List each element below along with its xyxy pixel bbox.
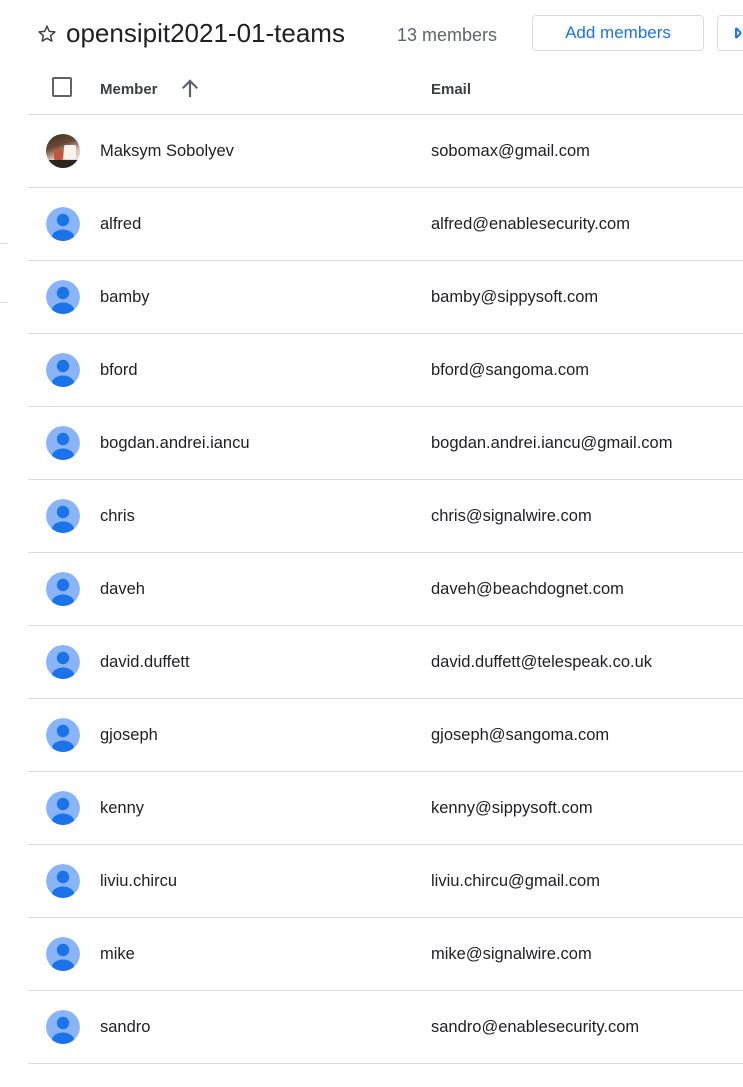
table-row[interactable]: liviu.chircu liviu.chircu@gmail.com <box>28 845 743 918</box>
avatar <box>46 134 80 168</box>
arrow-upward-icon[interactable] <box>178 76 202 100</box>
member-name: kenny <box>100 799 145 817</box>
person-add-icon <box>735 27 742 39</box>
table-row[interactable]: kenny kenny@sippysoft.com <box>28 772 743 845</box>
member-name: mike <box>100 945 135 963</box>
member-name: alfred <box>100 215 142 233</box>
member-email: mike@signalwire.com <box>431 945 592 963</box>
default-person-icon <box>46 645 80 679</box>
member-name: bamby <box>100 288 150 306</box>
sidebar-edge-divider <box>0 302 8 303</box>
member-email: bford@sangoma.com <box>431 361 589 379</box>
member-email: david.duffett@telespeak.co.uk <box>431 653 653 671</box>
members-table-header: Member Email <box>28 64 743 115</box>
member-name: bford <box>100 361 138 379</box>
default-person-icon <box>46 207 80 241</box>
member-email: liviu.chircu@gmail.com <box>431 872 600 890</box>
default-person-icon <box>46 353 80 387</box>
member-email: alfred@enablesecurity.com <box>431 215 630 233</box>
member-name: daveh <box>100 580 145 598</box>
table-row[interactable]: chris chris@signalwire.com <box>28 480 743 553</box>
table-row[interactable]: bford bford@sangoma.com <box>28 334 743 407</box>
add-members-button[interactable]: Add members <box>532 15 704 51</box>
join-group-button[interactable] <box>717 15 743 51</box>
email-column-header[interactable]: Email <box>431 81 471 99</box>
member-email: kenny@sippysoft.com <box>431 799 593 817</box>
table-row[interactable]: mike mike@signalwire.com <box>28 918 743 991</box>
member-email: gjoseph@sangoma.com <box>431 726 610 744</box>
default-person-icon <box>46 1010 80 1044</box>
members-table-body: Maksym Sobolyev sobomax@gmail.com alfred al… <box>28 115 743 1064</box>
table-row[interactable]: gjoseph gjoseph@sangoma.com <box>28 699 743 772</box>
table-row[interactable]: bamby bamby@sippysoft.com <box>28 261 743 334</box>
member-name: gjoseph <box>100 726 158 744</box>
group-header: opensipit2021-01-teams 13 members Add me… <box>0 0 743 68</box>
default-person-icon <box>46 718 80 752</box>
select-all-checkbox[interactable] <box>52 77 72 97</box>
group-title: opensipit2021-01-teams <box>66 18 345 48</box>
member-name: bogdan.andrei.iancu <box>100 434 250 452</box>
table-row[interactable]: Maksym Sobolyev sobomax@gmail.com <box>28 115 743 188</box>
member-email: sobomax@gmail.com <box>431 142 590 160</box>
group-members-page: opensipit2021-01-teams 13 members Add me… <box>0 0 743 1087</box>
table-row[interactable]: alfred alfred@enablesecurity.com <box>28 188 743 261</box>
member-name: liviu.chircu <box>100 872 178 890</box>
star-outline-icon[interactable] <box>36 23 58 45</box>
member-column-header[interactable]: Member <box>100 81 158 99</box>
default-person-icon <box>46 937 80 971</box>
table-row[interactable]: bogdan.andrei.iancu bogdan.andrei.iancu@g… <box>28 407 743 480</box>
member-name: chris <box>100 507 135 525</box>
member-name: Maksym Sobolyev <box>100 142 234 160</box>
member-name: david.duffett <box>100 653 190 671</box>
default-person-icon <box>46 572 80 606</box>
default-person-icon <box>46 280 80 314</box>
member-email: chris@signalwire.com <box>431 507 592 525</box>
sidebar-edge-divider <box>0 243 8 244</box>
table-row[interactable]: sandro sandro@enablesecurity.com <box>28 991 743 1064</box>
default-person-icon <box>46 791 80 825</box>
member-email: daveh@beachdognet.com <box>431 580 624 598</box>
table-row[interactable]: david.duffett david.duffett@telespeak.co.… <box>28 626 743 699</box>
member-name: sandro <box>100 1018 151 1036</box>
default-person-icon <box>46 864 80 898</box>
default-person-icon <box>46 499 80 533</box>
member-count: 13 members <box>397 25 498 45</box>
default-person-icon <box>46 426 80 460</box>
member-email: sandro@enablesecurity.com <box>431 1018 640 1036</box>
member-email: bogdan.andrei.iancu@gmail.com <box>431 434 673 452</box>
member-email: bamby@sippysoft.com <box>431 288 599 306</box>
table-row[interactable]: daveh daveh@beachdognet.com <box>28 553 743 626</box>
